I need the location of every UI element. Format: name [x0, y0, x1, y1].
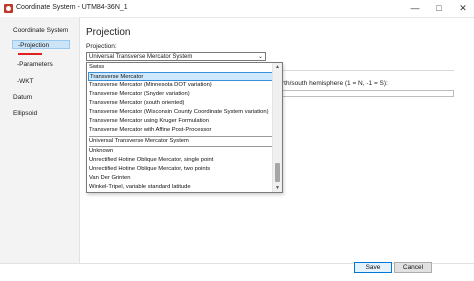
dropdown-option[interactable]: Transverse Mercator using Kruger Formula…: [89, 117, 209, 126]
minimize-icon[interactable]: —: [404, 0, 426, 17]
selection-underline: [18, 53, 42, 55]
dropdown-option[interactable]: Swiss: [89, 63, 104, 72]
dropdown-option[interactable]: Transverse Mercator (Snyder variation): [89, 90, 190, 99]
dropdown-option[interactable]: Unknown: [89, 147, 113, 156]
dropdown-option-highlighted[interactable]: Transverse Mercator: [88, 72, 273, 81]
dropdown-scrollbar[interactable]: ▲ ▼: [272, 63, 282, 192]
sidebar-item-parameters[interactable]: -Parameters: [17, 61, 53, 68]
sidebar-item-coordinate-system[interactable]: Coordinate System: [13, 27, 68, 34]
dropdown-option[interactable]: Transverse Mercator (Minnesota DOT varia…: [89, 81, 212, 90]
save-button[interactable]: Save: [354, 262, 392, 273]
dropdown-option[interactable]: Transverse Mercator (south oriented): [89, 99, 184, 108]
dropdown-option[interactable]: Transverse Mercator with Affine Post-Pro…: [89, 126, 211, 135]
dropdown-option[interactable]: Universal Transverse Mercator System: [89, 137, 189, 146]
sidebar-item-datum[interactable]: Datum: [13, 94, 32, 101]
dropdown-option[interactable]: Unrectified Hotine Oblique Mercator, sin…: [89, 156, 213, 165]
dropdown-option[interactable]: Van Der Grinten: [89, 174, 130, 183]
hemisphere-field[interactable]: [278, 90, 454, 97]
chevron-down-icon[interactable]: ⌄: [258, 53, 263, 60]
dropdown-separator: [89, 146, 273, 147]
app-icon: [4, 4, 13, 13]
sidebar-item-label: -Projection: [18, 42, 50, 49]
projection-select-value: Universal Transverse Mercator System: [89, 54, 193, 60]
sidebar-item-wkt[interactable]: -WKT: [17, 78, 34, 85]
hemisphere-label: rth/south hemisphere (1 = N, -1 = S):: [282, 80, 388, 87]
sidebar-item-ellipsoid[interactable]: Ellipsoid: [13, 110, 37, 117]
cancel-button[interactable]: Cancel: [394, 262, 432, 273]
projection-select[interactable]: Universal Transverse Mercator System ⌄: [86, 52, 266, 61]
projection-dropdown-list[interactable]: Swiss Transverse Mercator Transverse Mer…: [86, 62, 283, 193]
maximize-icon[interactable]: □: [428, 0, 450, 17]
sidebar-item-projection[interactable]: -Projection: [12, 40, 70, 49]
scroll-down-icon[interactable]: ▼: [273, 184, 282, 192]
title-bar: Coordinate System - UTM84-36N_1 — □ ✕: [0, 0, 474, 18]
projection-label: Projection:: [86, 43, 117, 50]
scroll-up-icon[interactable]: ▲: [273, 63, 282, 71]
page-title: Projection: [86, 27, 131, 38]
dropdown-option[interactable]: Unrectified Hotine Oblique Mercator, two…: [89, 165, 210, 174]
scrollbar-thumb[interactable]: [275, 163, 280, 182]
close-icon[interactable]: ✕: [452, 0, 474, 17]
window-title: Coordinate System - UTM84-36N_1: [16, 4, 128, 11]
dropdown-option[interactable]: Winkel-Tripel, variable standard latitud…: [89, 183, 191, 192]
dropdown-option[interactable]: Transverse Mercator (Wisconsin County Co…: [89, 108, 269, 117]
